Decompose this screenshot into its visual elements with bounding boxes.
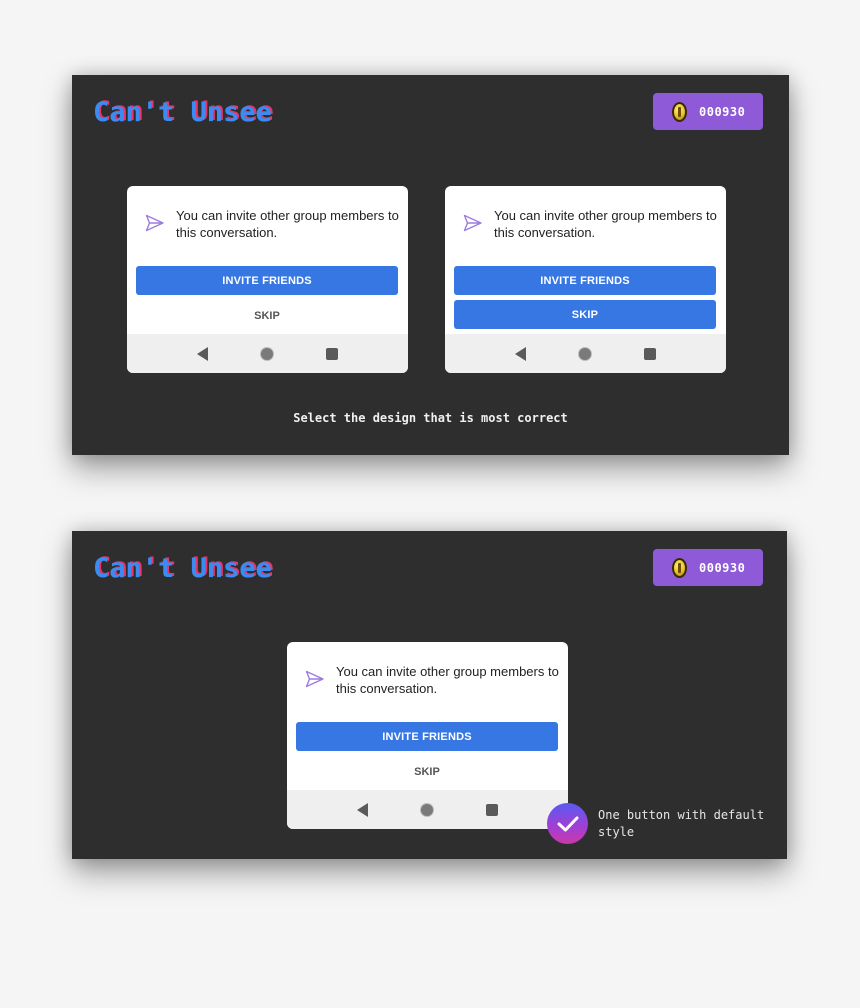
- feedback-text: One button with default style: [598, 808, 765, 839]
- design-option-a[interactable]: You can invite other group members to th…: [127, 186, 408, 373]
- app-logo: Can't Unsee: [93, 97, 272, 128]
- skip-button[interactable]: SKIP: [454, 300, 716, 329]
- answer-screen: Can't Unsee 000930 You can invite other …: [72, 531, 787, 859]
- android-navbar: [445, 334, 726, 373]
- android-navbar: [287, 790, 568, 829]
- coin-count: 000930: [699, 104, 746, 119]
- android-navbar: [127, 334, 408, 373]
- check-icon: [547, 803, 588, 844]
- back-icon: [357, 802, 369, 817]
- coin-counter: 000930: [653, 93, 763, 130]
- recents-icon: [325, 347, 338, 360]
- invite-friends-button[interactable]: INVITE FRIENDS: [136, 266, 398, 295]
- dialog-message: You can invite other group members to th…: [494, 208, 717, 240]
- design-option-b[interactable]: You can invite other group members to th…: [445, 186, 726, 373]
- app-logo: Can't Unsee: [93, 553, 272, 584]
- send-icon: [305, 670, 324, 688]
- skip-button[interactable]: SKIP: [136, 303, 398, 329]
- coin-counter: 000930: [653, 549, 763, 586]
- send-icon: [145, 214, 164, 232]
- correct-design: You can invite other group members to th…: [287, 642, 568, 829]
- question-screen: Can't Unsee 000930 You can invite other …: [72, 75, 789, 455]
- invite-friends-button[interactable]: INVITE FRIENDS: [454, 266, 716, 295]
- question-prompt: Select the design that is most correct: [293, 411, 568, 425]
- coin-count: 000930: [699, 560, 746, 575]
- recents-icon: [485, 803, 498, 816]
- skip-button[interactable]: SKIP: [296, 759, 558, 785]
- send-icon: [463, 214, 482, 232]
- coin-icon: [672, 557, 687, 578]
- dialog-message: You can invite other group members to th…: [176, 208, 399, 240]
- recents-icon: [643, 347, 656, 360]
- home-icon: [578, 347, 591, 360]
- dialog-message: You can invite other group members to th…: [336, 664, 559, 696]
- back-icon: [515, 346, 527, 361]
- coin-icon: [672, 101, 687, 122]
- invite-friends-button[interactable]: INVITE FRIENDS: [296, 722, 558, 751]
- home-icon: [420, 803, 433, 816]
- home-icon: [260, 347, 273, 360]
- back-icon: [197, 346, 209, 361]
